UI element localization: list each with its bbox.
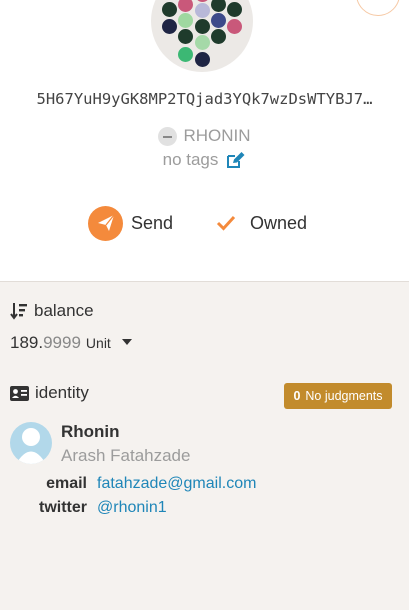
twitter-link[interactable]: @rhonin1 [97,499,167,517]
send-icon [88,205,123,241]
identicon-dot [195,3,210,18]
identicon-dot [211,0,226,12]
account-actions: Send Owned [0,205,409,241]
identicon-dot [178,47,193,62]
owned-indicator: Owned [216,205,307,241]
judgments-label: No judgments [305,389,383,403]
sort-amount-icon [10,303,27,320]
balance-header: balance [10,301,94,321]
identicon-dot [162,2,177,17]
tags-row: no tags [0,150,409,170]
identicon-dot [195,52,210,67]
account-display-name: RHONIN [183,126,251,145]
owned-label: Owned [250,212,308,233]
balance-value[interactable]: 189. 9999 Unit [10,333,132,353]
judgments-count: 0 [293,389,301,403]
identicon-dot [195,0,210,2]
identity-display-name: Rhonin [61,422,120,441]
no-identity-icon [158,126,178,146]
identicon[interactable] [151,0,253,72]
avatar [10,422,52,464]
identicon-dot [178,29,193,44]
identicon-dot [162,19,177,34]
email-label: email [46,475,87,492]
account-header: 5H67YuH9yGK8MP2TQjad3YQk7wzDsWTYBJ7… RHO… [0,0,409,281]
balance-label: balance [34,301,94,320]
identity-legal-name: Arash Fatahzade [61,446,191,465]
tags-text: no tags [162,150,219,169]
id-card-icon [10,385,29,401]
judgments-badge: 0 No judgments [284,383,392,409]
account-address[interactable]: 5H67YuH9yGK8MP2TQjad3YQk7wzDsWTYBJ7… [0,90,409,108]
balance-integer: 189. [10,333,44,352]
balance-fraction: 9999 [43,333,81,352]
identicon-dot [178,0,193,12]
identicon-dot [211,29,226,44]
identicon-dot [195,19,210,34]
identicon-dot [211,13,226,28]
send-label: Send [131,212,174,233]
menu-button[interactable] [356,0,400,16]
twitter-label: twitter [39,499,87,516]
balance-unit: Unit [85,335,111,351]
email-link[interactable]: fatahzade@gmail.com [97,475,256,493]
identicon-dot [227,19,242,34]
identicon-dot [195,35,210,50]
edit-icon[interactable] [226,151,246,169]
check-icon [216,215,236,231]
chevron-down-icon[interactable] [121,339,132,345]
identity-header: identity [10,383,89,403]
send-button[interactable]: Send [88,205,173,241]
identicon-dot [178,13,193,28]
identicon-dot [227,2,242,17]
identity-label: identity [35,383,89,402]
account-name-row: RHONIN [0,126,409,146]
